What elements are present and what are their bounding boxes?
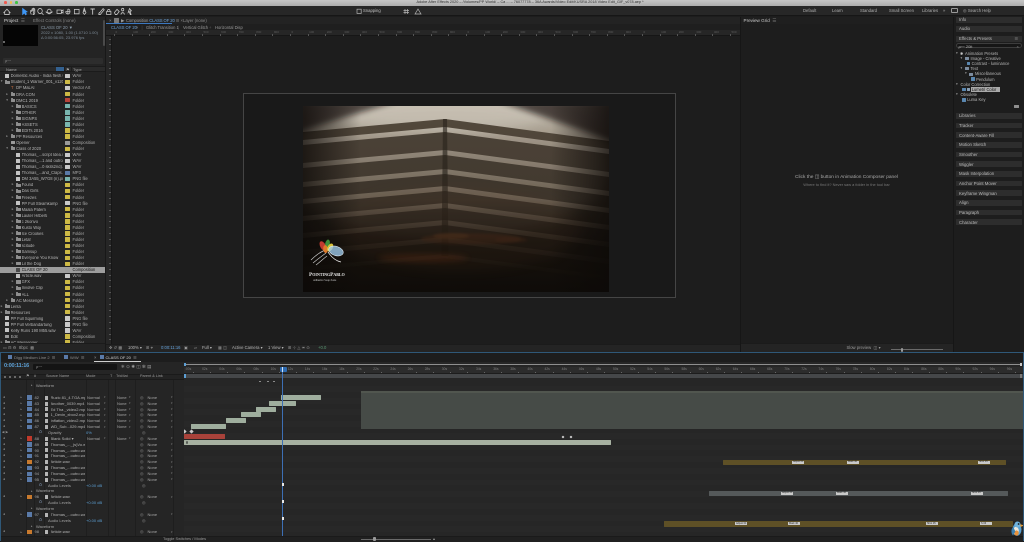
svg-text:Adhesive Soap Zone: Adhesive Soap Zone xyxy=(313,279,337,282)
